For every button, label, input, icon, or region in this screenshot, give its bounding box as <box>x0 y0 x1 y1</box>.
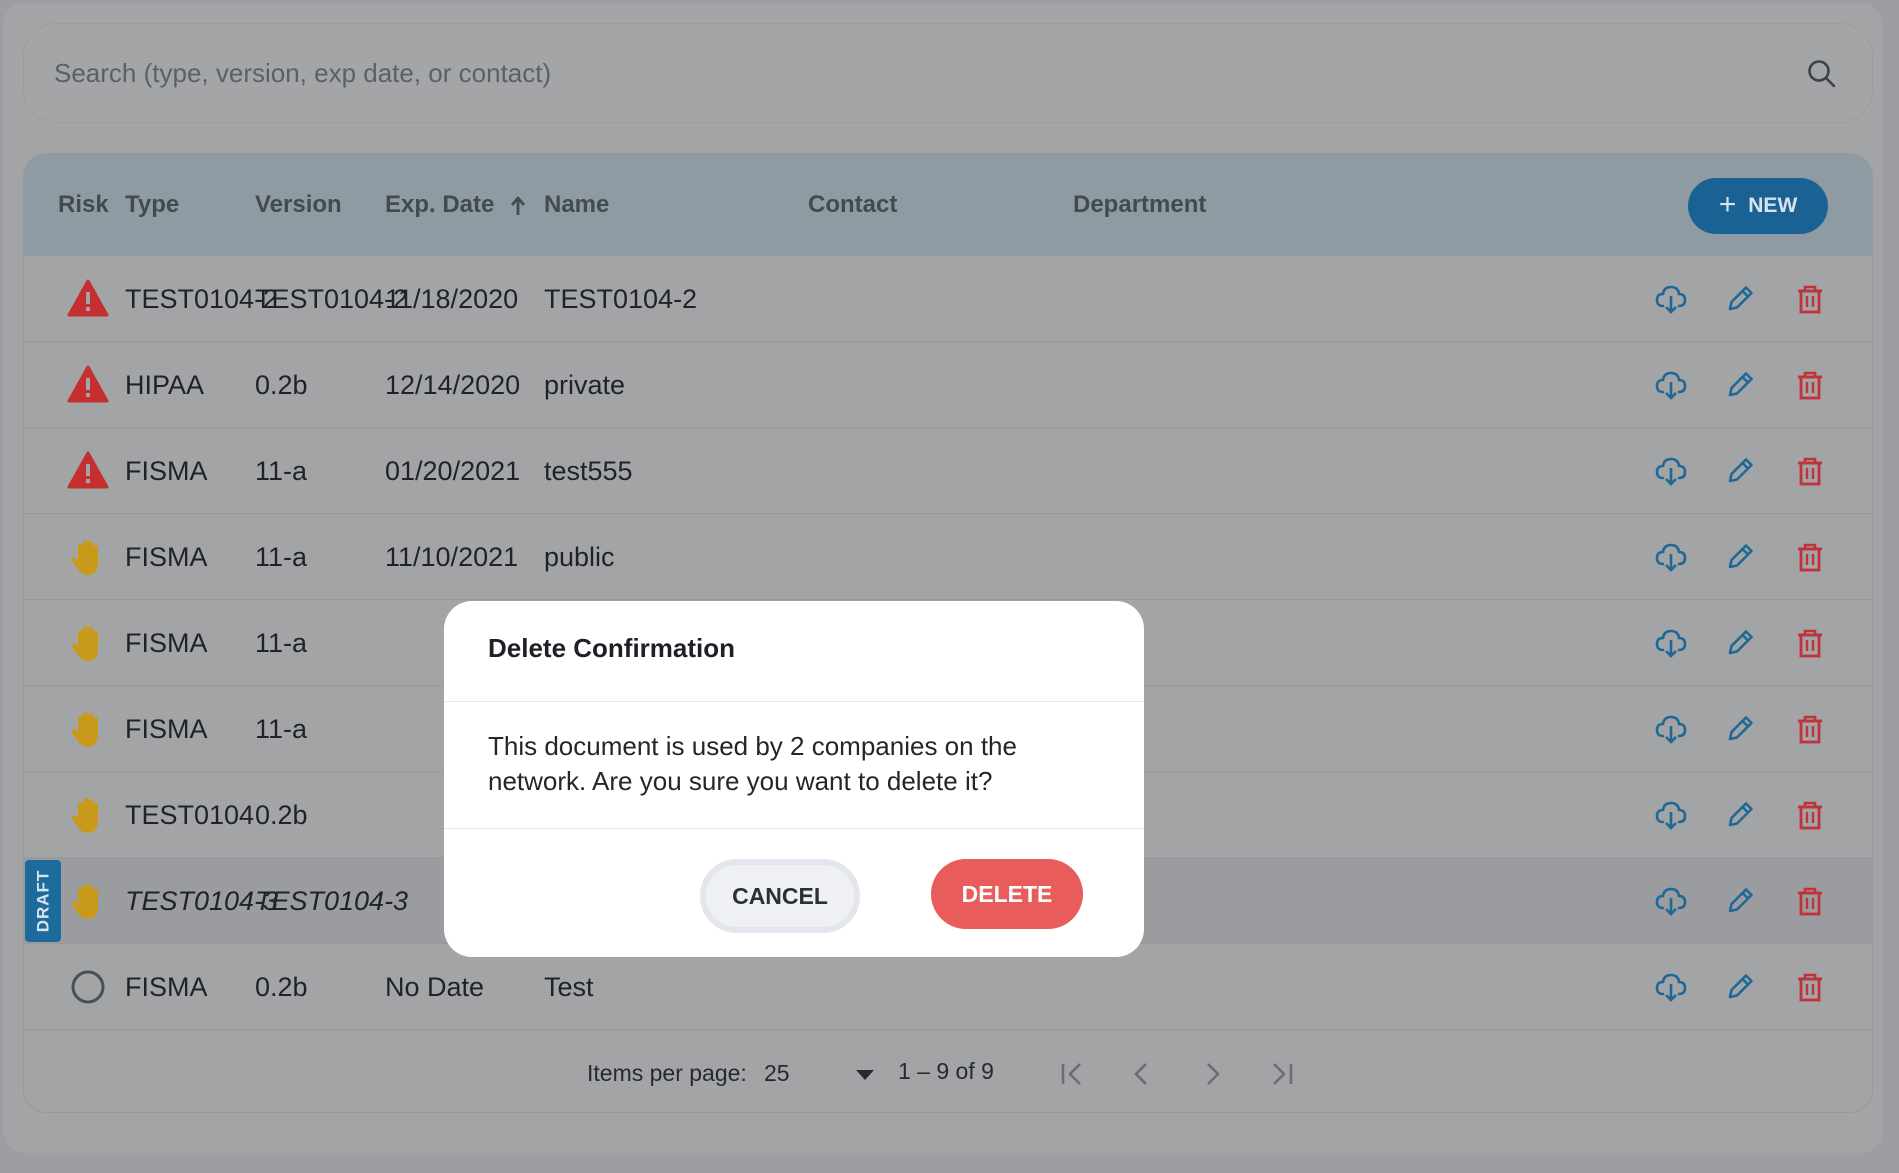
column-header-exp-date-label: Exp. Date <box>385 191 495 218</box>
cell-type: FISMA <box>125 542 208 572</box>
cell-type: FISMA <box>125 456 208 486</box>
cell-version: 11-a <box>255 714 308 744</box>
sort-ascending-icon <box>510 196 526 215</box>
table-row[interactable]: FISMA 11-a 11/10/2021 public <box>24 514 1872 600</box>
items-per-page-select[interactable]: 25 <box>764 1060 876 1090</box>
dialog-message: This document is used by 2 companies on … <box>488 731 1017 796</box>
edit-icon[interactable] <box>1723 884 1757 918</box>
dialog-divider <box>444 701 1144 702</box>
hand-stop-icon <box>66 793 110 837</box>
cell-type: HIPAA <box>125 370 205 400</box>
warning-triangle-icon <box>66 363 110 407</box>
last-page-icon[interactable] <box>1264 1054 1300 1094</box>
cell-version: 11-a <box>255 542 308 572</box>
column-header-contact[interactable]: Contact <box>808 154 897 256</box>
cancel-button[interactable]: CANCEL <box>700 859 860 933</box>
edit-icon[interactable] <box>1723 368 1757 402</box>
dialog-divider <box>444 828 1144 829</box>
table-row[interactable]: HIPAA 0.2b 12/14/2020 private <box>24 342 1872 428</box>
warning-triangle-icon <box>66 449 110 493</box>
hand-stop-icon <box>66 879 110 923</box>
search-icon[interactable] <box>1806 58 1838 90</box>
paginator: Items per page: 25 1 – 9 of 9 <box>24 1034 1872 1112</box>
cell-version: 11-a <box>255 456 308 486</box>
delete-confirmation-dialog: Delete Confirmation This document is use… <box>444 601 1144 957</box>
column-header-version[interactable]: Version <box>255 154 342 256</box>
delete-button[interactable]: DELETE <box>931 859 1083 929</box>
edit-icon[interactable] <box>1723 798 1757 832</box>
cell-name: TEST0104-2 <box>544 284 698 314</box>
first-page-icon[interactable] <box>1054 1054 1090 1094</box>
hand-stop-icon <box>66 621 110 665</box>
cell-type: TEST0104 <box>125 800 255 830</box>
cell-version: 11-a <box>255 628 308 658</box>
search-bar <box>23 23 1873 123</box>
download-icon[interactable] <box>1654 798 1688 832</box>
edit-icon[interactable] <box>1723 282 1757 316</box>
cell-version: TEST0104-3 <box>255 886 409 916</box>
delete-icon[interactable] <box>1793 626 1827 660</box>
new-button-label: NEW <box>1748 194 1798 217</box>
draft-badge: DRAFT <box>25 860 61 942</box>
column-header-exp-date[interactable]: Exp. Date <box>385 154 527 256</box>
page: Risk Type Version Exp. Date Name Contact… <box>3 3 1883 1153</box>
new-document-button[interactable]: + NEW <box>1688 178 1828 234</box>
delete-icon[interactable] <box>1793 540 1827 574</box>
hand-stop-icon <box>66 707 110 751</box>
items-per-page-value: 25 <box>764 1060 790 1086</box>
cell-name: test555 <box>544 456 633 486</box>
table-header: Risk Type Version Exp. Date Name Contact… <box>24 154 1872 256</box>
column-header-type[interactable]: Type <box>125 154 179 256</box>
edit-icon[interactable] <box>1723 712 1757 746</box>
delete-icon[interactable] <box>1793 970 1827 1004</box>
hand-stop-icon <box>66 535 110 579</box>
items-per-page-label: Items per page: <box>587 1060 747 1086</box>
cell-type: FISMA <box>125 714 208 744</box>
next-page-icon[interactable] <box>1194 1054 1230 1094</box>
empty-circle-icon <box>66 965 110 1009</box>
edit-icon[interactable] <box>1723 540 1757 574</box>
cell-type: FISMA <box>125 972 208 1002</box>
delete-icon[interactable] <box>1793 884 1827 918</box>
search-input[interactable] <box>54 24 1754 122</box>
edit-icon[interactable] <box>1723 454 1757 488</box>
table-row[interactable]: TEST0104-2 TEST0104-2 11/18/2020 TEST0104-2 <box>24 256 1872 342</box>
column-header-department[interactable]: Department <box>1073 154 1206 256</box>
delete-icon[interactable] <box>1793 454 1827 488</box>
download-icon[interactable] <box>1654 970 1688 1004</box>
plus-icon: + <box>1718 187 1737 221</box>
cell-type: FISMA <box>125 628 208 658</box>
cell-version: 0.2b <box>255 800 308 830</box>
download-icon[interactable] <box>1654 626 1688 660</box>
cell-exp-date: 11/10/2021 <box>385 542 519 572</box>
column-header-risk[interactable]: Risk <box>58 154 109 256</box>
delete-icon[interactable] <box>1793 712 1827 746</box>
download-icon[interactable] <box>1654 884 1688 918</box>
cell-version: 0.2b <box>255 972 308 1002</box>
dialog-title: Delete Confirmation <box>488 633 736 663</box>
cell-name: private <box>544 370 626 400</box>
cell-exp-date: 12/14/2020 <box>385 370 521 400</box>
page-range: 1 – 9 of 9 <box>898 1058 994 1084</box>
cell-exp-date: 01/20/2021 <box>385 456 521 486</box>
warning-triangle-icon <box>66 277 110 321</box>
caret-down-icon <box>856 1070 874 1080</box>
delete-icon[interactable] <box>1793 368 1827 402</box>
download-icon[interactable] <box>1654 368 1688 402</box>
download-icon[interactable] <box>1654 454 1688 488</box>
download-icon[interactable] <box>1654 712 1688 746</box>
download-icon[interactable] <box>1654 540 1688 574</box>
cell-exp-date: 11/18/2020 <box>385 284 519 314</box>
previous-page-icon[interactable] <box>1124 1054 1160 1094</box>
column-header-name[interactable]: Name <box>544 154 609 256</box>
edit-icon[interactable] <box>1723 970 1757 1004</box>
cell-name: public <box>544 542 615 572</box>
table-row[interactable]: FISMA 11-a 01/20/2021 test555 <box>24 428 1872 514</box>
delete-icon[interactable] <box>1793 798 1827 832</box>
cell-version: 0.2b <box>255 370 308 400</box>
download-icon[interactable] <box>1654 282 1688 316</box>
edit-icon[interactable] <box>1723 626 1757 660</box>
delete-icon[interactable] <box>1793 282 1827 316</box>
